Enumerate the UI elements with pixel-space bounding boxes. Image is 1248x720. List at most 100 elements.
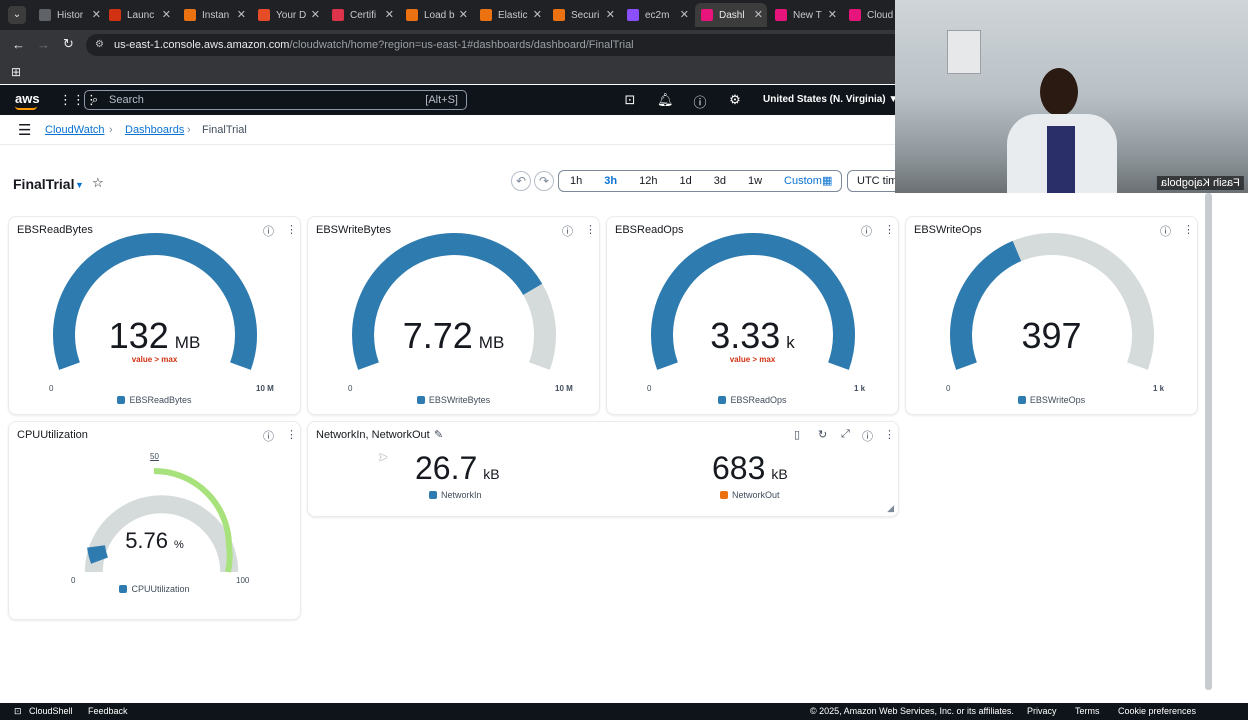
dashboard-dropdown-icon[interactable]: ▼ <box>75 180 84 190</box>
cloudshell-link[interactable]: CloudShell <box>29 706 73 716</box>
gauge-value: 3.33 k <box>607 315 898 357</box>
tab-close-icon[interactable]: ✕ <box>385 8 394 21</box>
favorite-star-icon[interactable]: ☆ <box>92 175 104 191</box>
tab-favicon-icon <box>775 9 787 21</box>
tab-label: Elastic <box>498 9 528 21</box>
gauge-max-label: 1 k <box>1153 384 1165 393</box>
tab-close-icon[interactable]: ✕ <box>162 8 171 21</box>
time-range-1d[interactable]: 1d <box>668 175 702 187</box>
console-footer: CloudShell ⊡ Feedback © 2025, Amazon Web… <box>0 703 1248 720</box>
apps-grid-icon[interactable]: ⊞ <box>11 65 21 79</box>
help-icon[interactable]: ⓘ <box>692 92 708 111</box>
tab-close-icon[interactable]: ✕ <box>828 8 837 21</box>
network-in-number: 26.7 <box>415 450 478 486</box>
back-icon[interactable]: ← <box>12 37 25 52</box>
gauge-value: 397 <box>906 315 1197 357</box>
gauge-max-label: 10 M <box>256 384 274 393</box>
time-range-1h[interactable]: 1h <box>559 175 593 187</box>
reload-icon[interactable]: ↻ <box>63 36 74 52</box>
widget-network: NetworkIn, NetworkOut ✎ ▯ ↻ ⤢ ⓘ ⋮ 26.7 kB… <box>307 421 899 517</box>
tab-close-icon[interactable]: ✕ <box>533 8 542 21</box>
edit-pencil-icon[interactable]: ✎ <box>434 428 443 441</box>
tab-close-icon[interactable]: ✕ <box>311 8 320 21</box>
time-range-3d[interactable]: 3d <box>703 175 737 187</box>
legend-label: NetworkOut <box>732 490 780 500</box>
tab-close-icon[interactable]: ✕ <box>459 8 468 21</box>
cookie-preferences-link[interactable]: Cookie preferences <box>1118 706 1196 716</box>
gauge-max-label: 1 k <box>854 384 866 393</box>
page-scrollbar[interactable] <box>1205 193 1212 690</box>
tab-close-icon[interactable]: ✕ <box>237 8 246 21</box>
browser-tab[interactable]: Instan ✕ <box>178 3 250 27</box>
tab-search-button[interactable]: ⌄ <box>8 6 26 24</box>
site-info-icon[interactable]: ⚙ <box>95 34 104 56</box>
menu-hamburger-icon[interactable]: ☰ <box>18 121 31 139</box>
info-icon[interactable]: ⓘ <box>862 428 873 444</box>
browser-tab[interactable]: Launc ✕ <box>103 3 175 27</box>
breadcrumb-dashboards[interactable]: Dashboards <box>125 124 184 136</box>
region-selector[interactable]: United States (N. Virginia) ▼ <box>763 94 898 105</box>
settings-gear-icon[interactable]: ⚙ <box>727 92 743 108</box>
gauge-min-label: 0 <box>647 384 652 393</box>
legend-swatch <box>718 396 727 404</box>
tab-favicon-icon <box>627 9 639 21</box>
network-out-number: 683 <box>712 450 766 486</box>
browser-tab[interactable]: New T ✕ <box>769 3 841 27</box>
expand-icon[interactable]: ⤢ <box>841 428 850 441</box>
search-input[interactable]: ⌕ Search [Alt+S] <box>84 90 467 110</box>
gauge-value: 132 MB <box>9 315 300 357</box>
browser-tab[interactable]: Securi ✕ <box>547 3 619 27</box>
url-field[interactable]: ⚙ us-east-1.console.aws.amazon.com/cloud… <box>86 34 906 56</box>
privacy-link[interactable]: Privacy <box>1027 706 1057 716</box>
time-range-3h[interactable]: 3h <box>593 175 628 187</box>
feedback-link[interactable]: Feedback <box>88 706 128 716</box>
forward-icon[interactable]: → <box>37 37 50 52</box>
browser-tab[interactable]: Elastic ✕ <box>474 3 546 27</box>
webcam-overlay: Fasih Kajogbola <box>895 0 1248 193</box>
tab-label: Securi <box>571 9 600 21</box>
browser-tab[interactable]: Dashl ✕ <box>695 3 767 27</box>
time-range-selector: 1h 3h 12h 1d 3d 1w Custom <box>558 170 842 192</box>
refresh-icon[interactable]: ↻ <box>818 428 827 441</box>
browser-tab[interactable]: Load b ✕ <box>400 3 472 27</box>
undo-icon[interactable]: ↶ <box>511 171 531 191</box>
gauge-number: 5.76 <box>125 528 169 553</box>
breadcrumb-cloudwatch[interactable]: CloudWatch <box>45 124 105 136</box>
terms-link[interactable]: Terms <box>1075 706 1100 716</box>
gauge-number: 132 <box>108 315 169 356</box>
time-range-12h[interactable]: 12h <box>628 175 668 187</box>
legend-swatch <box>1017 396 1026 404</box>
legend-swatch <box>117 396 126 404</box>
tab-close-icon[interactable]: ✕ <box>92 8 101 21</box>
network-in-legend: NetworkIn <box>429 490 482 500</box>
tab-close-icon[interactable]: ✕ <box>680 8 689 21</box>
browser-tab[interactable]: Histor ✕ <box>33 3 105 27</box>
legend-label: EBSWriteOps <box>1029 395 1086 405</box>
browser-tab[interactable]: ec2m ✕ <box>621 3 693 27</box>
legend-swatch <box>119 585 128 593</box>
redo-icon[interactable]: ↷ <box>534 171 554 191</box>
resize-handle-icon[interactable]: ◢ <box>887 503 894 514</box>
legend-swatch <box>720 491 728 499</box>
widget-ebs-read-ops: EBSReadOps ⓘ ⋮ 3.33 k value > max 0 1 k EBSReadO… <box>606 216 899 415</box>
cloudshell-icon[interactable]: ⊡ <box>622 92 638 108</box>
tab-favicon-icon <box>39 9 51 21</box>
gauge-unit: MB <box>478 333 505 352</box>
gauge-number: 7.72 <box>402 315 473 356</box>
network-in-value: 26.7 kB <box>415 450 500 487</box>
time-range-1w[interactable]: 1w <box>737 175 773 187</box>
document-icon[interactable]: ▯ <box>794 428 800 441</box>
tab-label: Cloud <box>867 9 894 21</box>
browser-tab[interactable]: Certifi ✕ <box>326 3 398 27</box>
tab-close-icon[interactable]: ✕ <box>606 8 615 21</box>
webcam-caption: Fasih Kajogbola <box>1157 176 1244 190</box>
widget-actions-icon[interactable]: ⋮ <box>884 428 895 441</box>
tab-label: New T <box>793 9 822 21</box>
aws-logo[interactable]: aws <box>15 91 40 106</box>
browser-tab[interactable]: Your D ✕ <box>252 3 324 27</box>
tab-favicon-icon <box>406 9 418 21</box>
tab-close-icon[interactable]: ✕ <box>754 8 763 21</box>
tab-favicon-icon <box>258 9 270 21</box>
notifications-bell-icon[interactable]: 🔔︎ <box>657 92 674 108</box>
calendar-icon[interactable]: ▦ <box>822 174 832 187</box>
